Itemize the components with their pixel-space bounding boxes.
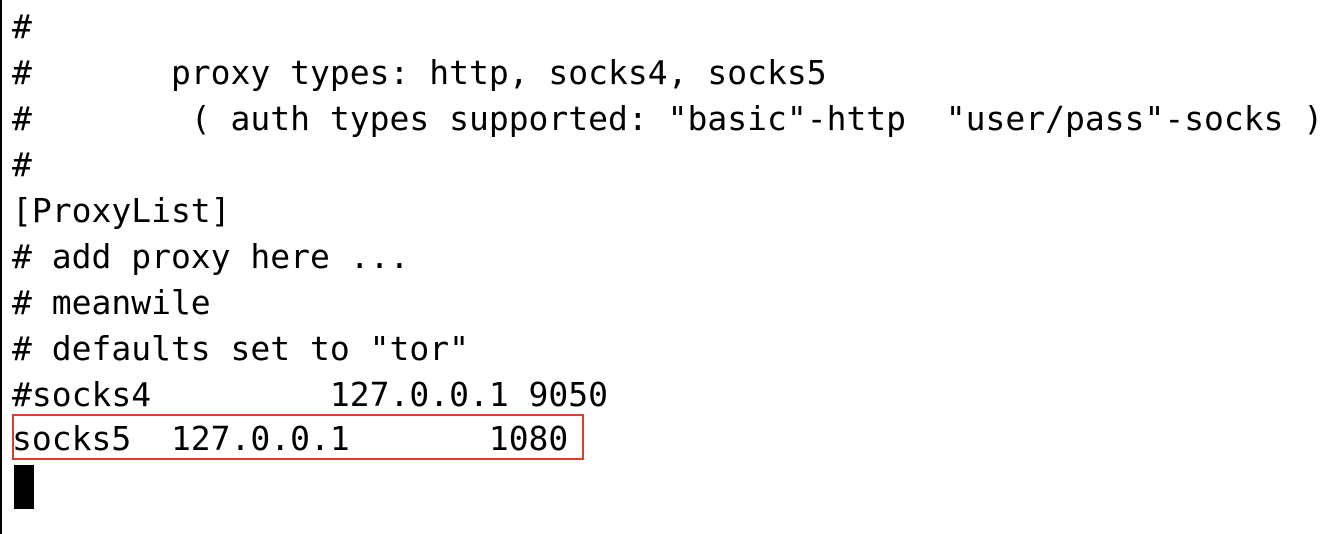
config-line-defaults: # defaults set to "tor": [12, 329, 469, 368]
config-line-comment: #: [12, 7, 32, 46]
config-line-proxy-types: # proxy types: http, socks4, socks5: [12, 53, 827, 92]
config-line-add-proxy: # add proxy here ...: [12, 237, 410, 276]
config-section-proxylist: [ProxyList]: [12, 191, 231, 230]
config-line-socks4-commented: #socks4 127.0.0.1 9050: [12, 375, 609, 414]
terminal-editor[interactable]: # # proxy types: http, socks4, socks5 # …: [0, 0, 1336, 534]
config-line-meanwile: # meanwile: [12, 283, 211, 322]
config-line-auth-types: # ( auth types supported: "basic"-http "…: [12, 99, 1324, 138]
text-cursor: [14, 465, 34, 509]
socks5-highlight-box: [12, 414, 584, 460]
config-line-comment: #: [12, 145, 32, 184]
